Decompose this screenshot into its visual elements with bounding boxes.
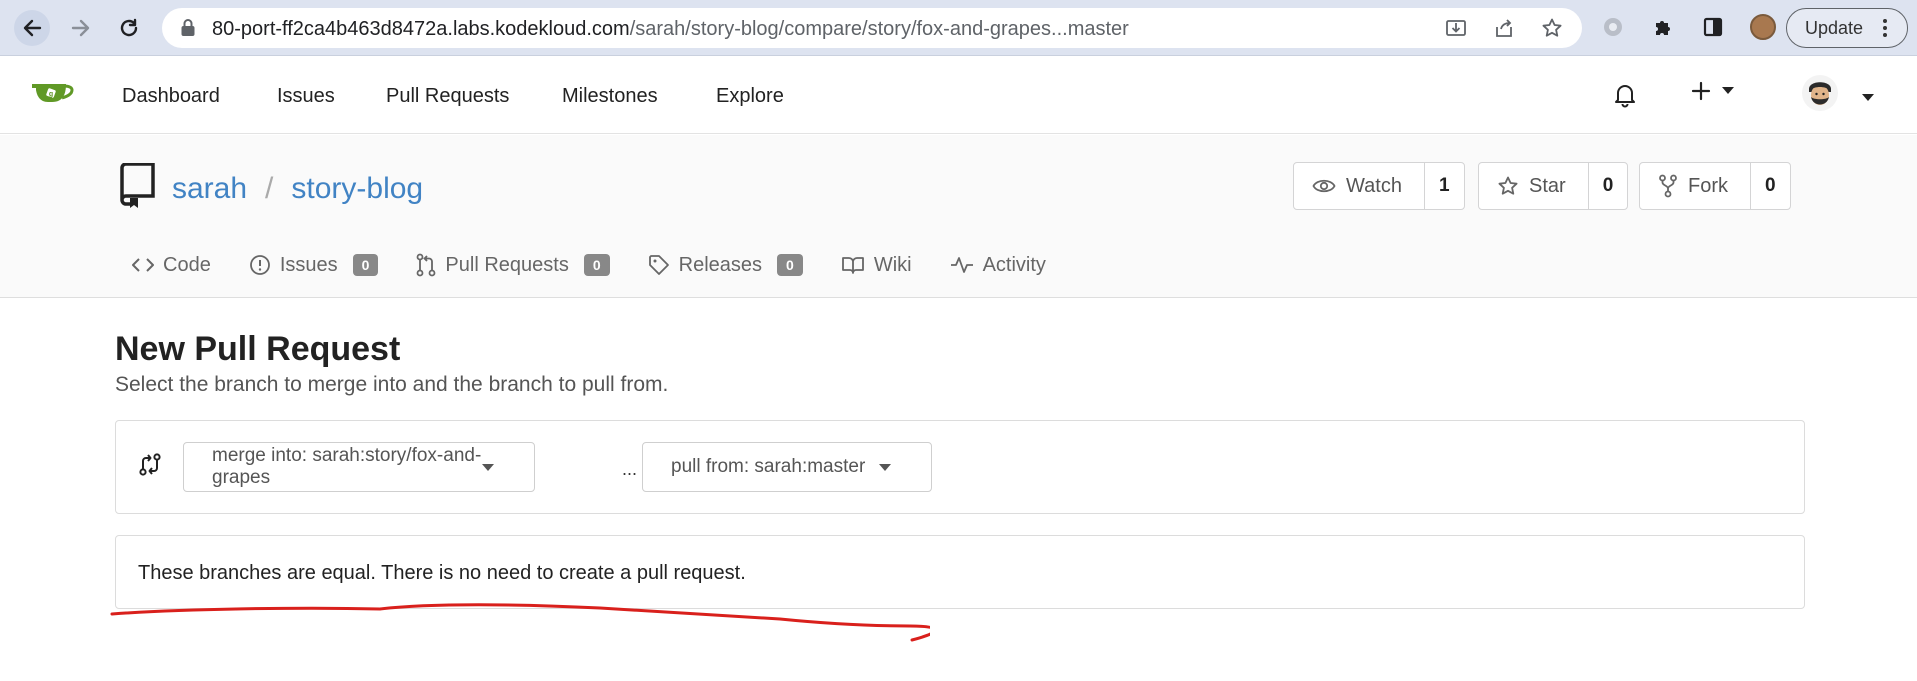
merge-into-dropdown[interactable]: merge into: sarah:story/fox-and-grapes [183,442,535,492]
tab-releases[interactable]: Releases 0 [648,254,803,277]
repo-title: sarah / story-blog [118,162,423,214]
releases-count-badge: 0 [777,254,803,276]
book-open-icon [841,257,864,274]
pull-from-label: pull from: sarah:master [671,456,866,477]
pull-from-caret-icon [879,464,891,471]
tab-pull-requests[interactable]: Pull Requests 0 [416,253,610,277]
gitea-logo-icon[interactable]: g [30,78,74,115]
lock-icon [180,18,196,43]
create-new-menu[interactable] [1690,80,1734,102]
forward-button[interactable] [63,10,99,46]
tab-pulls-label: Pull Requests [445,253,569,276]
pulls-count-badge: 0 [583,254,610,276]
puzzle-extensions-icon[interactable] [1650,14,1676,40]
tab-wiki-label: Wiki [873,253,912,276]
repo-owner-link[interactable]: sarah [172,172,247,206]
issues-count-badge: 0 [352,254,379,276]
watch-label: Watch [1346,174,1402,197]
tab-code[interactable]: Code [132,254,211,277]
bookmark-star-icon[interactable] [1540,16,1564,40]
fork-icon [1659,174,1677,198]
branch-compare-panel: merge into: sarah:story/fox-and-grapes .… [115,420,1805,514]
repo-book-icon [118,162,156,214]
nav-dashboard[interactable]: Dashboard [122,85,220,108]
repo-name-link[interactable]: story-blog [291,172,423,206]
merge-into-caret-icon [482,464,494,471]
fork-button[interactable]: Fork [1640,163,1751,209]
repo-header: sarah / story-blog Watch 1 Star 0 Fork 0… [0,135,1917,298]
issue-icon [249,255,270,275]
tab-wiki[interactable]: Wiki [841,254,912,277]
plus-icon [1691,81,1711,101]
repo-tabs: Code Issues 0 Pull Requests 0 Releases 0… [132,253,1084,277]
nav-explore[interactable]: Explore [716,85,784,108]
tag-icon [648,255,669,275]
top-navbar: g Dashboard Issues Pull Requests Milesto… [0,56,1917,134]
repo-path-separator: / [265,171,274,205]
install-app-icon[interactable] [1444,16,1468,40]
page-subtitle: Select the branch to merge into and the … [115,373,669,396]
extension-icon[interactable] [1600,14,1626,40]
fork-count[interactable]: 0 [1751,163,1790,209]
star-count[interactable]: 0 [1589,163,1628,209]
pull-request-icon [417,253,436,277]
tab-activity-label: Activity [982,253,1046,276]
fork-button-group: Fork 0 [1639,162,1791,210]
code-icon [132,258,154,272]
back-button[interactable] [14,10,50,46]
pull-from-dropdown[interactable]: pull from: sarah:master [642,442,932,492]
arrow-left-icon [23,19,42,37]
star-button-group: Star 0 [1478,162,1629,210]
tab-issues[interactable]: Issues 0 [249,254,379,277]
eye-icon [1312,179,1336,193]
star-label: Star [1529,174,1566,197]
nav-milestones[interactable]: Milestones [562,85,658,108]
branches-equal-text: These branches are equal. There is no ne… [138,562,746,584]
red-underline-annotation [110,603,930,642]
pulse-icon [950,257,973,273]
star-icon [1498,176,1518,195]
reload-button[interactable] [111,10,147,46]
watch-button-group: Watch 1 [1293,162,1465,210]
reload-icon [120,18,138,37]
tab-code-label: Code [163,253,211,276]
tab-issues-label: Issues [279,253,338,276]
share-icon[interactable] [1492,16,1516,40]
side-panel-icon[interactable] [1700,14,1726,40]
browser-toolbar: 80-port-ff2ca4b463d8472a.labs.kodekloud.… [0,0,1917,56]
star-button[interactable]: Star [1479,163,1589,209]
watch-count[interactable]: 1 [1425,163,1464,209]
caret-down-icon [1722,87,1734,94]
nav-issues[interactable]: Issues [277,85,335,108]
user-avatar[interactable] [1802,75,1838,111]
nav-pull-requests[interactable]: Pull Requests [386,85,509,108]
tab-activity[interactable]: Activity [950,254,1046,277]
address-bar[interactable]: 80-port-ff2ca4b463d8472a.labs.kodekloud.… [162,8,1582,48]
url-host: 80-port-ff2ca4b463d8472a.labs.kodekloud.… [212,18,630,40]
browser-profile-avatar[interactable] [1750,14,1776,40]
compare-arrows-icon [138,452,162,483]
arrow-right-icon [71,19,90,37]
tab-releases-label: Releases [678,253,763,276]
watch-button[interactable]: Watch [1294,163,1425,209]
branch-separator: ... [622,459,638,479]
fork-label: Fork [1688,174,1728,197]
url-text: 80-port-ff2ca4b463d8472a.labs.kodekloud.… [212,18,1129,41]
svg-text:g: g [49,91,53,98]
update-button[interactable]: Update [1786,8,1908,48]
notification-bell-icon[interactable] [1613,82,1637,113]
page-title: New Pull Request [115,330,401,368]
update-label: Update [1805,17,1864,38]
more-menu-icon[interactable] [1875,17,1895,39]
user-menu-caret-icon[interactable] [1862,89,1874,107]
url-path: /sarah/story-blog/compare/story/fox-and-… [629,18,1129,40]
